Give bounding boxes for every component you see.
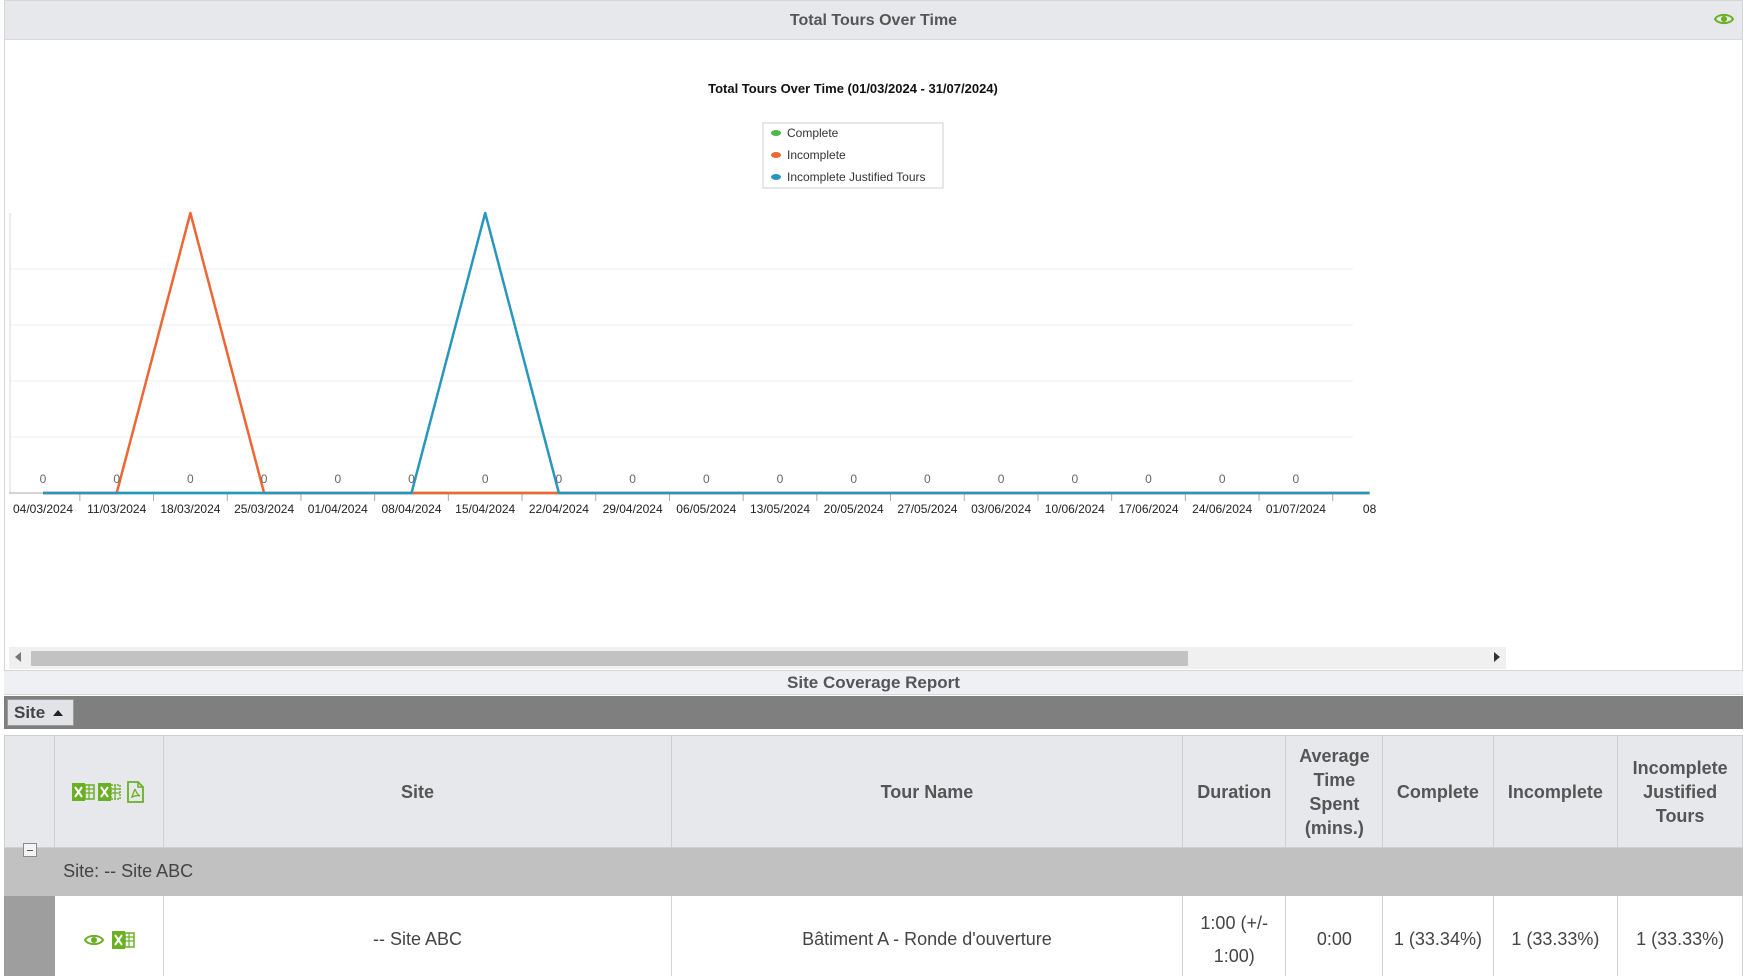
scroll-right-arrow-icon[interactable] bbox=[1494, 652, 1500, 662]
table-row: -- Site ABC Bâtiment A - Ronde d'ouvertu… bbox=[3, 895, 1743, 976]
x-tick-label: 27/05/2024 bbox=[897, 502, 957, 516]
group-bar: Site bbox=[4, 696, 1743, 729]
x-tick-label: 25/03/2024 bbox=[234, 502, 294, 516]
data-label: 0 bbox=[334, 472, 341, 486]
x-tick-label: 03/06/2024 bbox=[971, 502, 1031, 516]
series-line bbox=[43, 211, 1370, 495]
x-tick-label: 29/04/2024 bbox=[603, 502, 663, 516]
data-label: 0 bbox=[261, 472, 268, 486]
x-tick-label: 06/05/2024 bbox=[676, 502, 736, 516]
legend-item[interactable]: Incomplete Justified Tours bbox=[771, 170, 926, 184]
cell-incomplete-justified: 1 (33.33%) bbox=[1617, 895, 1743, 976]
header-indent-cell bbox=[3, 735, 56, 848]
column-header-tour-name[interactable]: Tour Name bbox=[670, 735, 1183, 848]
legend-label: Complete bbox=[787, 126, 839, 140]
x-tick-label: 17/06/2024 bbox=[1118, 502, 1178, 516]
data-label: 0 bbox=[408, 472, 415, 486]
x-tick-label: 20/05/2024 bbox=[824, 502, 884, 516]
report-title: Site Coverage Report bbox=[4, 671, 1743, 695]
row-actions-cell bbox=[54, 895, 165, 976]
eye-icon[interactable] bbox=[1714, 11, 1734, 27]
x-tick-label: 24/06/2024 bbox=[1192, 502, 1252, 516]
chart-panel: Total Tours Over Time Total Tours Over T… bbox=[4, 0, 1743, 671]
sort-ascending-icon bbox=[53, 710, 64, 716]
eye-icon[interactable] bbox=[83, 932, 104, 948]
chart-title: Total Tours Over Time (01/03/2024 - 31/0… bbox=[708, 81, 998, 96]
excel-icon[interactable] bbox=[111, 928, 135, 952]
cell-complete: 1 (33.34%) bbox=[1382, 895, 1494, 976]
data-label: 0 bbox=[1145, 472, 1152, 486]
pdf-icon[interactable] bbox=[123, 780, 147, 804]
cell-incomplete: 1 (33.33%) bbox=[1492, 895, 1619, 976]
data-label: 0 bbox=[1071, 472, 1078, 486]
column-header-incomplete-justified[interactable]: Incomplete Justified Tours bbox=[1617, 735, 1743, 848]
data-label: 0 bbox=[777, 472, 784, 486]
x-tick-label: 22/04/2024 bbox=[529, 502, 589, 516]
legend-swatch bbox=[771, 152, 781, 158]
x-tick-label: 15/04/2024 bbox=[455, 502, 515, 516]
data-label: 0 bbox=[1219, 472, 1226, 486]
line-chart: Total Tours Over Time (01/03/2024 - 31/0… bbox=[9, 81, 1377, 516]
data-label: 0 bbox=[1293, 472, 1300, 486]
data-label: 0 bbox=[556, 472, 563, 486]
scroll-left-arrow-icon[interactable] bbox=[15, 652, 21, 662]
data-label: 0 bbox=[998, 472, 1005, 486]
group-label-cell: Site: -- Site ABC bbox=[54, 847, 1743, 896]
x-tick-label: 04/03/2024 bbox=[13, 502, 73, 516]
data-label: 0 bbox=[40, 472, 47, 486]
cell-site: -- Site ABC bbox=[163, 895, 672, 976]
data-label: 0 bbox=[187, 472, 194, 486]
legend-label: Incomplete Justified Tours bbox=[787, 170, 926, 184]
data-label: 0 bbox=[113, 472, 120, 486]
legend-label: Incomplete bbox=[787, 148, 846, 162]
x-tick-label: 08 bbox=[1363, 502, 1377, 516]
cell-tour-name: Bâtiment A - Ronde d'ouverture bbox=[670, 895, 1183, 976]
group-by-site-chip[interactable]: Site bbox=[7, 699, 75, 726]
x-tick-label: 01/04/2024 bbox=[308, 502, 368, 516]
x-tick-label: 08/04/2024 bbox=[381, 502, 441, 516]
collapse-icon[interactable] bbox=[22, 843, 37, 857]
column-header-duration[interactable]: Duration bbox=[1181, 735, 1287, 848]
row-indent-cell bbox=[3, 895, 56, 976]
cell-average-time: 0:00 bbox=[1285, 895, 1384, 976]
group-toggle-cell[interactable] bbox=[3, 843, 56, 896]
data-label: 0 bbox=[629, 472, 636, 486]
chart-scrollbar[interactable] bbox=[9, 647, 1506, 669]
x-tick-label: 01/07/2024 bbox=[1266, 502, 1326, 516]
column-header-complete[interactable]: Complete bbox=[1382, 735, 1494, 848]
group-chip-label: Site bbox=[14, 703, 46, 722]
chart-legend: Complete Incomplete Incomplete Justified T… bbox=[762, 122, 944, 189]
group-label: Site: -- Site ABC bbox=[63, 861, 194, 881]
column-header-incomplete[interactable]: Incomplete bbox=[1492, 735, 1619, 848]
data-label: 0 bbox=[850, 472, 857, 486]
panel-title: Total Tours Over Time bbox=[789, 12, 958, 29]
panel-header: Total Tours Over Time bbox=[5, 1, 1742, 40]
data-label: 0 bbox=[703, 472, 710, 486]
table-header-row: Site Tour Name Duration Average Time Spe… bbox=[3, 735, 1743, 848]
excel-icon[interactable] bbox=[97, 780, 121, 804]
group-row: Site: -- Site ABC bbox=[3, 843, 1743, 896]
excel-icon[interactable] bbox=[71, 780, 95, 804]
x-tick-label: 10/06/2024 bbox=[1045, 502, 1105, 516]
x-tick-label: 11/03/2024 bbox=[87, 502, 146, 516]
legend-swatch bbox=[771, 130, 781, 136]
site-coverage-table: Site Tour Name Duration Average Time Spe… bbox=[3, 735, 1743, 976]
export-icons-cell bbox=[54, 735, 165, 848]
x-tick-label: 18/03/2024 bbox=[160, 502, 220, 516]
data-label: 0 bbox=[482, 472, 489, 486]
column-header-site[interactable]: Site bbox=[163, 735, 672, 848]
cell-duration: 1:00 (+/- 1:00) bbox=[1181, 895, 1287, 976]
legend-swatch bbox=[771, 174, 781, 180]
scrollbar-thumb[interactable] bbox=[31, 651, 1188, 666]
data-label: 0 bbox=[924, 472, 931, 486]
series-line bbox=[43, 211, 1370, 495]
column-header-average-time[interactable]: Average Time Spent (mins.) bbox=[1285, 735, 1384, 848]
x-tick-label: 13/05/2024 bbox=[750, 502, 810, 516]
